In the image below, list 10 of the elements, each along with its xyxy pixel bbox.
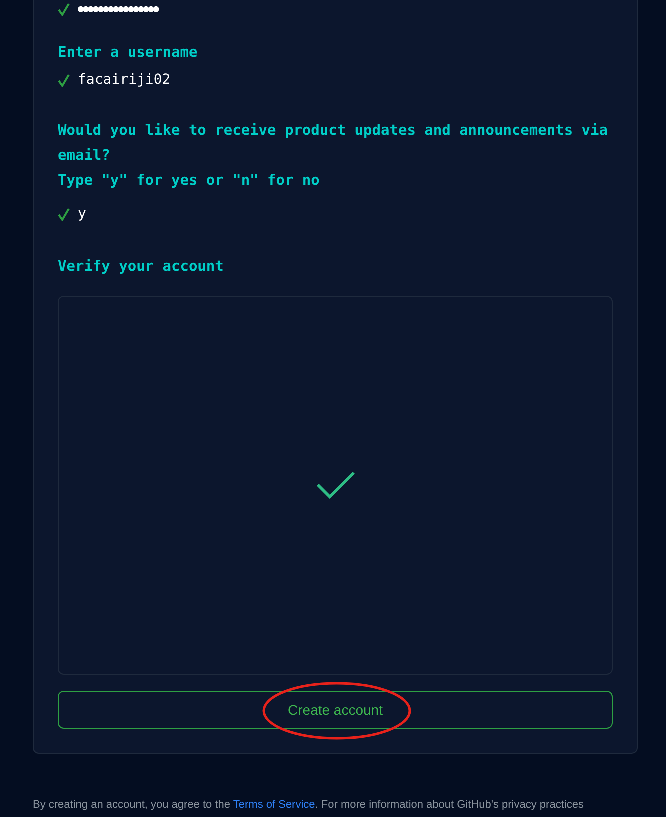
- hint-text: Type "y" for yes or "n" for no: [58, 172, 321, 191]
- answer-text: facairiji02: [78, 71, 171, 90]
- create-account-button[interactable]: Create account: [58, 691, 613, 729]
- answer-text: y: [78, 205, 86, 224]
- terms-link[interactable]: Terms of Service: [233, 798, 316, 810]
- prompt-text: Would you like to receive product updates and announcements via email?: [58, 122, 609, 166]
- prompt-text: Enter a username: [58, 44, 199, 63]
- masked-password: ●●●●●●●●●●●●●●●●: [78, 2, 158, 16]
- terms-text: By creating an account, you agree to the Terms of Service. For more information about GitHub's privacy practices: [33, 798, 585, 812]
- section-title: Verify your account: [58, 258, 225, 277]
